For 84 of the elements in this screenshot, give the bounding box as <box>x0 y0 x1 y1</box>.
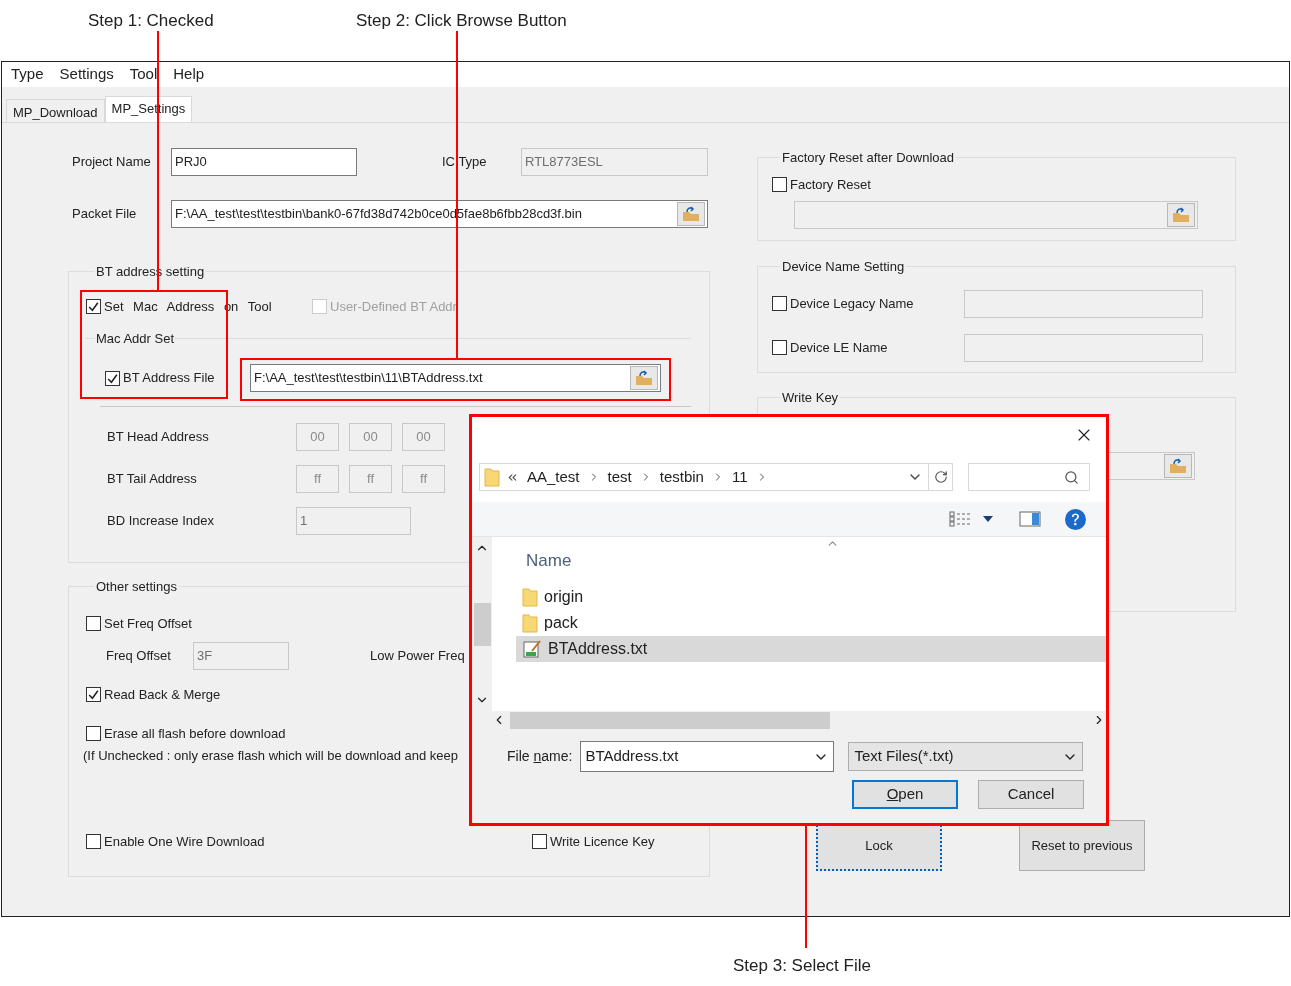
file-name-label: File name: <box>507 747 573 766</box>
file-type-dropdown[interactable]: Text Files(*.txt) <box>848 742 1084 771</box>
checkbox[interactable] <box>86 725 101 741</box>
note-text: (If Unchecked : only erase flash which will be download and keep <box>83 747 459 765</box>
scroll-thumb[interactable] <box>473 602 491 646</box>
menu-item[interactable]: Help <box>165 63 213 86</box>
checkbox[interactable] <box>772 296 787 311</box>
menu-item[interactable]: Type <box>3 63 52 86</box>
search-icon <box>1064 469 1079 485</box>
caret-icon[interactable] <box>983 516 993 522</box>
browse-button[interactable] <box>630 366 658 390</box>
text-field[interactable]: PRJ0 <box>171 148 357 176</box>
folder-icon <box>1168 457 1188 474</box>
file-row[interactable]: BTAddress.txt <box>516 635 1106 662</box>
checkbox[interactable] <box>86 833 101 849</box>
checkbox-label: User-Defined BT Addr <box>330 297 457 316</box>
browse-button[interactable] <box>677 202 705 226</box>
group-title: Write Key <box>781 389 840 407</box>
field-label: Packet File <box>72 205 138 224</box>
group-title: Mac Addr Set <box>95 329 176 348</box>
group-title: Factory Reset after Download <box>781 149 955 167</box>
checkbox-label: Factory Reset <box>790 175 871 194</box>
checkbox[interactable] <box>105 370 120 386</box>
browse-button[interactable] <box>1167 203 1195 227</box>
checkbox[interactable] <box>772 176 787 192</box>
folder-icon <box>1171 207 1191 223</box>
checkbox[interactable] <box>86 615 101 631</box>
checkbox-label: BT Address File <box>123 369 215 388</box>
preview-pane-icon[interactable] <box>1019 511 1041 527</box>
checkbox-label: Device LE Name <box>790 338 888 357</box>
help-icon[interactable] <box>1065 508 1086 530</box>
folder-icon <box>522 586 538 607</box>
folder-icon <box>681 206 701 222</box>
breadcrumb-item[interactable]: AA_test <box>527 465 580 489</box>
breadcrumb-item[interactable]: 11 <box>731 465 748 489</box>
scroll-thumb[interactable] <box>510 711 830 729</box>
field-label: Low Power Freq <box>370 647 465 666</box>
checkbox[interactable] <box>86 687 101 703</box>
refresh-icon[interactable] <box>933 470 948 484</box>
text-field[interactable] <box>964 333 1203 362</box>
annotation-label: Step 3: Select File <box>733 955 871 977</box>
column-header[interactable]: Name <box>526 548 572 574</box>
breadcrumb-item[interactable]: test <box>607 465 632 489</box>
group-title: Other settings <box>95 578 178 596</box>
address-bar[interactable]: AA_test test testbin 11 <box>479 463 953 491</box>
checkbox-label: Enable One Wire Download <box>104 832 265 851</box>
breadcrumb-item[interactable]: testbin <box>659 465 704 489</box>
notepad-icon <box>522 638 542 659</box>
field-label: IC Type <box>442 153 488 172</box>
tab[interactable]: MP_Download <box>6 99 105 122</box>
field-label: BT Head Address <box>107 428 210 447</box>
action-button[interactable]: Reset to previous <box>1019 820 1145 871</box>
file-name-combobox[interactable]: BTAddress.txt <box>580 741 835 772</box>
dialog-button[interactable]: Cancel <box>978 780 1084 809</box>
file-row[interactable]: origin <box>516 583 1106 610</box>
field-label: BT Tail Address <box>107 470 198 489</box>
checkbox-label: Erase all flash before download <box>104 724 286 743</box>
checkbox[interactable] <box>86 299 101 314</box>
field-label: Project Name <box>72 153 152 172</box>
checkbox[interactable] <box>532 833 547 849</box>
search-field[interactable] <box>968 463 1090 491</box>
view-list-icon[interactable] <box>949 511 971 527</box>
file-row[interactable]: pack <box>516 609 1106 636</box>
vertical-scrollbar[interactable] <box>472 537 492 711</box>
text-field[interactable] <box>964 289 1203 318</box>
annotation-label: Step 2: Click Browse Button <box>356 10 567 32</box>
field-label: BD Increase Index <box>107 512 215 531</box>
dialog-button[interactable]: Open <box>852 780 958 809</box>
checkbox-label: Set Freq Offset <box>104 614 192 633</box>
checkbox-label: Device Legacy Name <box>790 294 914 313</box>
menu-item[interactable]: Tool <box>121 63 166 86</box>
annotation-label: Step 1: Checked <box>88 10 214 32</box>
text-field[interactable]: F:\AA_test\test\testbin\11\BTAddress.txt <box>250 364 661 392</box>
folder-icon <box>634 370 654 386</box>
menu-item[interactable]: Settings <box>51 63 122 86</box>
field-label: Freq Offset <box>106 647 172 666</box>
folder-icon <box>484 467 500 487</box>
browse-button[interactable] <box>1164 453 1192 478</box>
checkbox-label: Write Licence Key <box>550 832 655 851</box>
text-field[interactable] <box>794 201 1198 229</box>
checkbox-label: Read Back & Merge <box>104 686 221 704</box>
group-title: Device Name Setting <box>781 258 906 276</box>
folder-icon <box>522 612 538 633</box>
checkbox[interactable] <box>772 340 787 355</box>
